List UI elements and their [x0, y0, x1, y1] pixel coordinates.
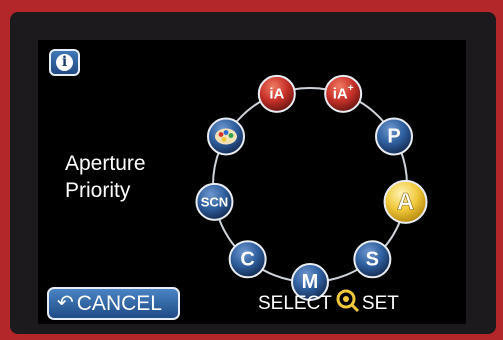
- mode-button-scn[interactable]: SCN: [195, 182, 234, 221]
- mode-button-p[interactable]: P: [375, 117, 414, 156]
- select-set-hint: SELECT SET: [258, 289, 399, 318]
- mode-dial: iA iA+PASMCSCN: [195, 74, 428, 301]
- cancel-label: CANCEL: [76, 292, 162, 315]
- mode-button-c[interactable]: C: [228, 240, 267, 279]
- mode-label-a: A: [397, 188, 414, 215]
- palette-icon: [214, 128, 237, 145]
- mode-label-ia: iA: [269, 85, 284, 102]
- cancel-button[interactable]: ↶ CANCEL: [47, 287, 180, 320]
- mode-button-ia-plus[interactable]: iA+: [324, 74, 363, 113]
- mode-button-a[interactable]: A: [383, 179, 428, 224]
- mode-label-scn: SCN: [201, 194, 228, 209]
- mode-label-c: C: [240, 248, 254, 270]
- mode-label-s: S: [366, 248, 379, 270]
- select-label: SELECT: [258, 293, 332, 314]
- control-dial-icon: [334, 287, 360, 322]
- mode-button-ia[interactable]: iA: [257, 74, 296, 113]
- mode-button-s[interactable]: S: [353, 240, 392, 279]
- set-label: SET: [361, 293, 399, 314]
- mode-label-p: P: [387, 126, 400, 148]
- lcd-screen: i Aperture Priority iAiA+PASMCSCN: [38, 40, 466, 324]
- mode-button-creative[interactable]: [206, 117, 245, 156]
- return-arrow-icon: ↶: [57, 292, 74, 314]
